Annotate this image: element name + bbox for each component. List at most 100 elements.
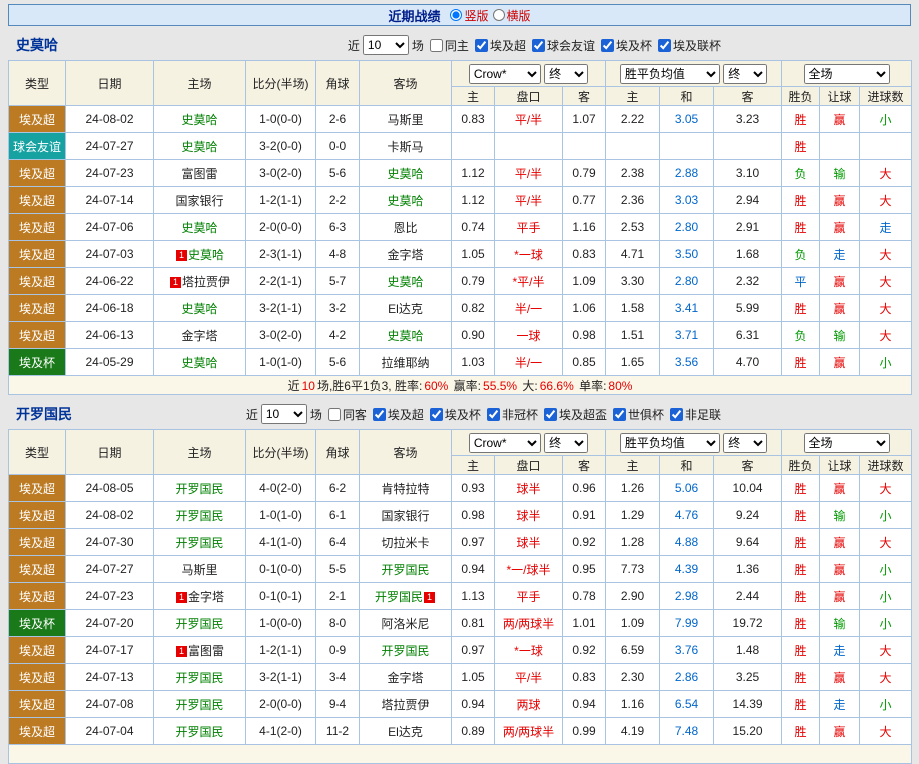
match-date: 24-07-27: [65, 555, 154, 583]
match-row: 埃及超 24-07-14 国家银行 1-2(1-1) 2-2 史莫哈 1.12 …: [8, 186, 913, 214]
league-type: 埃及杯: [8, 348, 66, 376]
away-team-cell: 金字塔: [359, 663, 452, 691]
league-filter[interactable]: 球会友谊: [529, 37, 595, 54]
europe-home-odds: 1.29: [605, 501, 661, 529]
league-filter[interactable]: 埃及超盃: [541, 406, 607, 423]
score: 0-1(0-0): [245, 555, 316, 583]
team-name: 史莫哈: [387, 193, 424, 208]
score: 4-0(2-0): [245, 474, 316, 502]
layout-vertical-radio[interactable]: [450, 9, 463, 21]
fulltime-header: 全场: [781, 429, 913, 456]
league-filter[interactable]: 埃及杯: [427, 406, 481, 423]
asian-away-odds: 0.99: [561, 717, 607, 745]
league-type: 埃及超: [8, 717, 66, 745]
bookmaker-select[interactable]: Crow*: [468, 432, 541, 453]
sub-col-header: 和: [659, 455, 715, 475]
europe-home-odds: 1.65: [605, 348, 661, 376]
league-checkbox[interactable]: [612, 407, 626, 421]
same-venue-filter[interactable]: 同客: [325, 406, 367, 423]
asian-stage-select[interactable]: 终: [544, 432, 589, 453]
corner-score: 2-6: [315, 105, 360, 133]
league-filter[interactable]: 埃及杯: [598, 37, 652, 54]
europe-stage-select[interactable]: 终: [723, 63, 768, 84]
match-row: 埃及超 24-07-30 开罗国民 4-1(1-0) 6-4 切拉米卡 0.97…: [8, 528, 913, 556]
result-goals: 大: [859, 321, 913, 349]
league-filter-label: 埃及超: [387, 407, 424, 422]
league-filter[interactable]: 世俱杯: [610, 406, 664, 423]
league-checkbox[interactable]: [600, 38, 614, 52]
result-goals: 大: [859, 159, 913, 187]
result-wdl: 胜: [781, 294, 821, 322]
europe-draw-odds: 4.88: [659, 528, 715, 556]
league-checkbox[interactable]: [474, 38, 488, 52]
league-checkbox[interactable]: [429, 407, 443, 421]
league-filter[interactable]: 非足联: [667, 406, 721, 423]
result-goals: 小: [859, 348, 913, 376]
corner-score: 6-3: [315, 213, 360, 241]
league-type: 埃及超: [8, 105, 66, 133]
bookmaker-select[interactable]: Crow*: [468, 63, 541, 84]
fulltime-select[interactable]: 全场: [803, 63, 890, 84]
home-team-cell: 开罗国民: [153, 474, 246, 502]
same-venue-checkbox[interactable]: [327, 407, 341, 421]
away-team-cell: 肯特拉特: [359, 474, 452, 502]
sub-col-header: 客: [713, 455, 783, 475]
asian-handicap: 两/两球半: [494, 609, 563, 637]
europe-odds-select[interactable]: 胜平负均值: [619, 63, 720, 84]
asian-handicap: 半/一: [494, 348, 563, 376]
summary-segment: 场,胜6平1负3, 胜率:: [316, 378, 423, 393]
league-filter[interactable]: 埃及超: [472, 37, 526, 54]
same-venue-filter[interactable]: 同主: [427, 37, 469, 54]
match-row: 埃及超 24-07-13 开罗国民 3-2(1-1) 3-4 金字塔 1.05 …: [8, 663, 913, 691]
corner-score: 4-2: [315, 321, 360, 349]
asian-home-odds: 0.97: [451, 636, 495, 664]
league-checkbox[interactable]: [486, 407, 500, 421]
league-checkbox[interactable]: [531, 38, 545, 52]
same-venue-checkbox[interactable]: [429, 38, 443, 52]
near-label: 近: [347, 38, 360, 53]
europe-away-odds: 15.20: [713, 717, 783, 745]
team-name: 开罗国民: [175, 724, 224, 739]
europe-odds-header: 胜平负均值 终: [605, 60, 783, 87]
league-filter[interactable]: 埃及联杯: [655, 37, 721, 54]
team-name: 国家银行: [381, 508, 430, 523]
league-filter[interactable]: 非冠杯: [484, 406, 538, 423]
away-team-cell: 史莫哈: [359, 267, 452, 295]
recent-count-select[interactable]: 10: [260, 404, 307, 424]
score: 3-0(2-0): [245, 159, 316, 187]
team-name: 史莫哈: [181, 112, 218, 127]
red-card-badge: 1: [169, 276, 181, 288]
europe-away-odds: 2.32: [713, 267, 783, 295]
asian-home-odds: 1.05: [451, 663, 495, 691]
team-name: 史莫哈: [387, 274, 424, 289]
league-filter[interactable]: 埃及超: [370, 406, 424, 423]
fulltime-select[interactable]: 全场: [803, 432, 890, 453]
layout-vertical-option[interactable]: 竖版: [450, 7, 489, 24]
corner-score: 5-7: [315, 267, 360, 295]
result-handicap: 赢: [819, 717, 861, 745]
league-checkbox[interactable]: [372, 407, 386, 421]
layout-horizontal-option[interactable]: 横版: [492, 7, 531, 24]
layout-horizontal-radio[interactable]: [492, 9, 505, 21]
league-checkbox[interactable]: [657, 38, 671, 52]
asian-stage-select[interactable]: 终: [544, 63, 589, 84]
europe-odds-select[interactable]: 胜平负均值: [619, 432, 720, 453]
asian-handicap: 平/半: [494, 105, 563, 133]
team-name: 金字塔: [387, 670, 424, 685]
score: 4-1(2-0): [245, 717, 316, 745]
away-team-cell: 拉维耶纳: [359, 348, 452, 376]
result-goals: 小: [859, 555, 913, 583]
team-name: 肯特拉特: [381, 481, 430, 496]
asian-away-odds: 0.98: [561, 321, 607, 349]
sub-col-header: 客: [561, 455, 607, 475]
league-checkbox[interactable]: [543, 407, 557, 421]
league-checkbox[interactable]: [669, 407, 683, 421]
summary-row: [7, 744, 913, 764]
team-name: El达克: [388, 724, 423, 739]
result-wdl: 平: [781, 267, 821, 295]
home-team-cell: 史莫哈: [153, 105, 246, 133]
europe-stage-select[interactable]: 终: [723, 432, 768, 453]
result-wdl: 胜: [781, 528, 821, 556]
team-name: 马斯里: [181, 562, 218, 577]
recent-count-select[interactable]: 10: [362, 35, 409, 55]
